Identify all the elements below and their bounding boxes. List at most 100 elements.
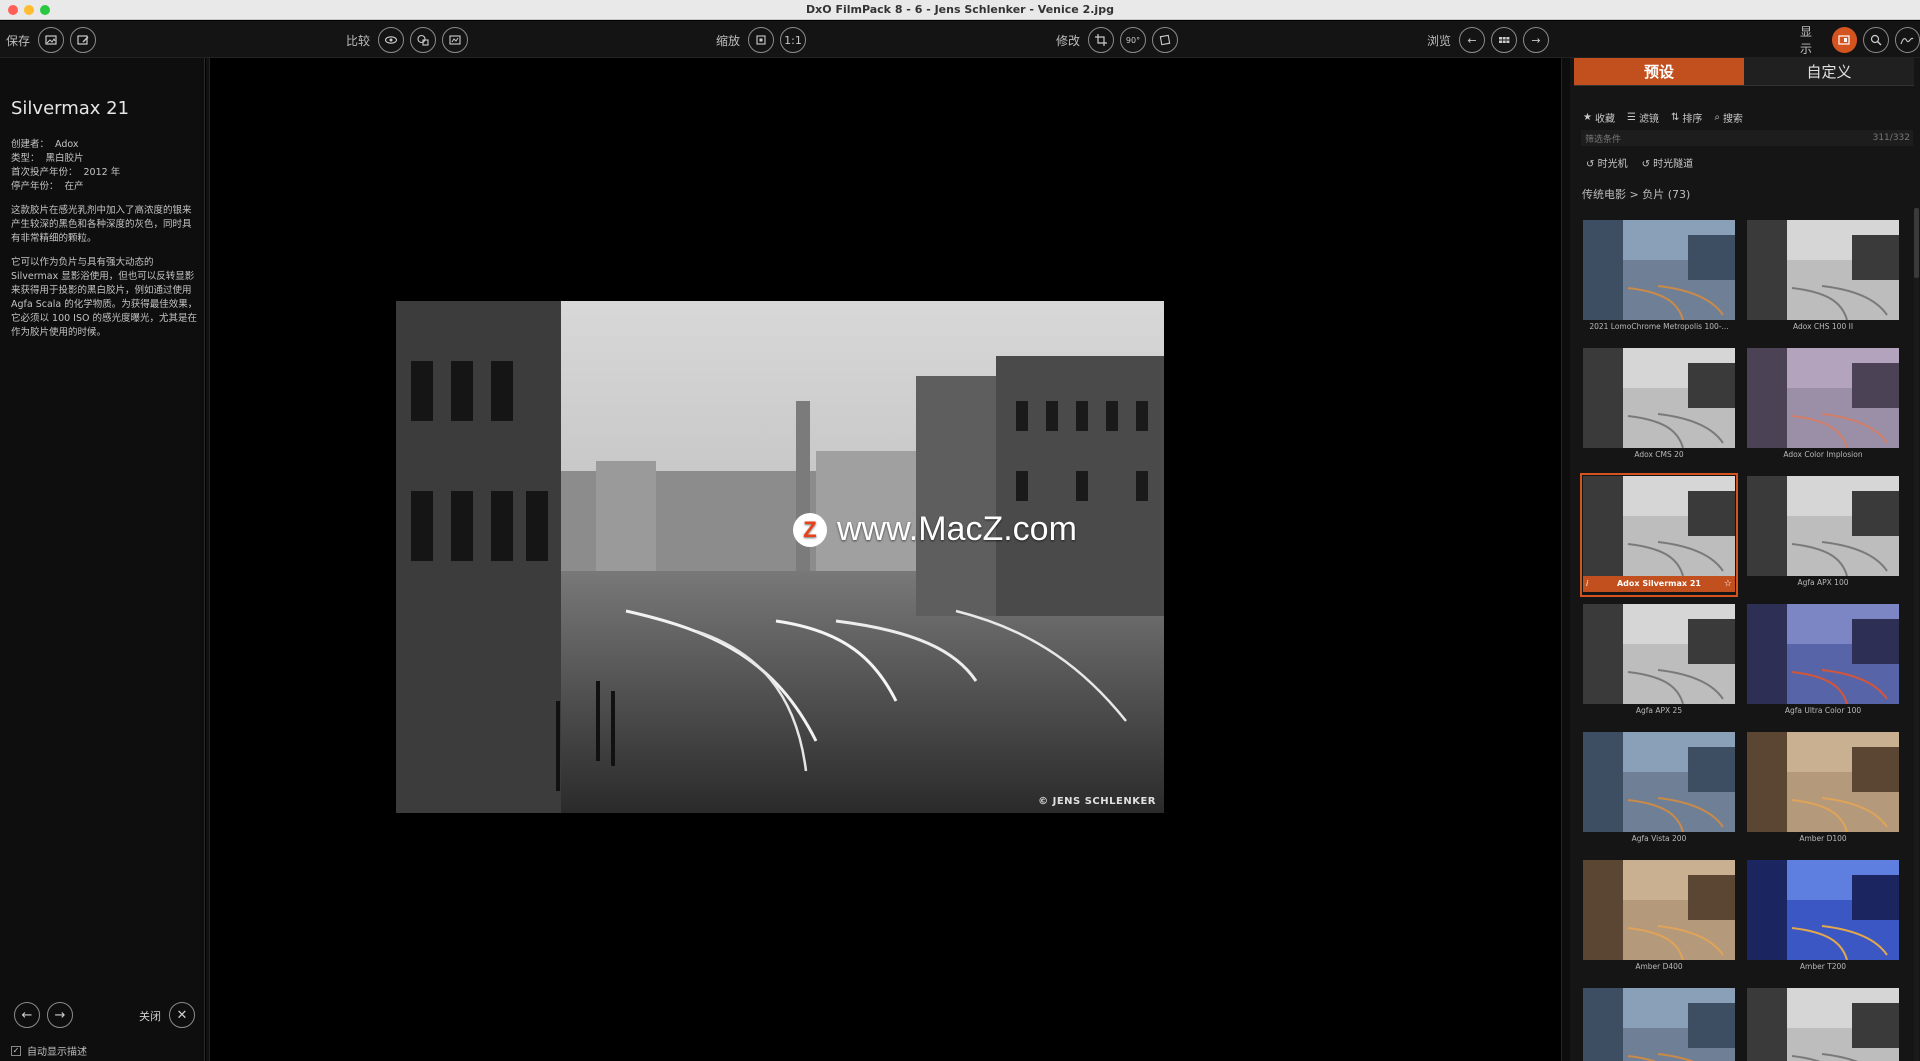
zoom-fit-button[interactable] [748,27,775,53]
preset-tile[interactable]: Amber D400 [1583,860,1735,978]
preset-name: Amber D400 [1635,962,1683,971]
preset-tile[interactable]: Amber T200 [1747,860,1899,978]
display-loupe-button[interactable] [1863,27,1889,53]
search-toggle[interactable]: ⌕ 搜索 [1714,110,1743,125]
crop-button[interactable] [1088,27,1115,53]
preset-tile[interactable]: Agfa APX 100 [1747,476,1899,594]
export-to-app-button[interactable] [70,27,97,53]
edit-group: 修改 90° [1056,27,1179,53]
zoom-group: 缩放 1:1 [716,27,807,53]
preset-thumbnail [1747,988,1899,1061]
straighten-button[interactable] [1152,27,1179,53]
preset-thumbnail [1747,220,1899,320]
sort-label: 排序 [1682,114,1703,125]
eye-icon [384,36,398,44]
preset-name: Agfa APX 100 [1797,578,1849,587]
info-previous-button[interactable]: ← [14,1002,40,1028]
time-machine-button[interactable]: ↺ 时光机 [1586,155,1628,170]
preset-name: Agfa APX 25 [1635,706,1683,715]
info-icon[interactable]: i [1586,576,1588,592]
preset-count: 311/332 [1872,133,1910,143]
preset-thumbnail [1747,860,1899,960]
presets-panel: 预设 自定义 ★ 收藏 ☰ 滤镜 ⇅ 排序 ⌕ 搜索 筛选条件 311/332 ↺ 时光… [1570,58,1920,1061]
preset-tile[interactable]: Adox Color Implosion [1747,348,1899,466]
display-label: 显示 [1800,25,1813,56]
grid-view-button[interactable] [1491,27,1518,53]
compare-split-button[interactable] [410,27,437,53]
close-info-button[interactable]: ✕ [169,1002,195,1028]
sort-icon: ⇅ [1670,112,1680,123]
grid-icon [1499,37,1510,43]
panel-resize-handle[interactable] [206,58,210,1061]
loupe-icon [1870,34,1882,46]
next-image-button[interactable]: → [1523,27,1550,53]
compare-side-button[interactable] [442,27,469,53]
rotate-button[interactable]: 90° [1120,27,1147,53]
search-icon: ⌕ [1714,112,1720,123]
preset-breadcrumb[interactable]: 传统电影 > 负片 (73) [1582,186,1690,202]
export-image-button[interactable] [38,27,65,53]
preset-name: Agfa Ultra Color 100 [1784,706,1862,715]
favorites-filter[interactable]: ★ 收藏 [1583,110,1615,125]
image-export-icon [45,35,57,45]
info-next-button[interactable]: → [47,1002,73,1028]
preset-tile[interactable]: Agfa APX 25 [1583,604,1735,722]
browse-group: 浏览 ← → [1427,27,1550,53]
preset-tile[interactable]: Amber D100 [1747,732,1899,850]
preset-tile[interactable]: Agfa Vista 200 [1583,732,1735,850]
preset-thumbnail [1583,476,1735,576]
close-label: 关闭 [139,1010,161,1023]
meta-first-year: 首次投产年份： 2012 年 [11,166,120,180]
venice-canal-photo [396,301,1164,813]
meta-value: Adox [55,139,79,150]
time-tunnel-button[interactable]: ↺ 时光隧道 [1642,155,1694,170]
star-outline-icon[interactable]: ☆ [1724,576,1732,592]
preset-tile[interactable]: Adox CMS 20 [1583,348,1735,466]
preset-thumbnail [1583,860,1735,960]
image-viewer[interactable]: © JENS SCHLENKER Z www.MacZ.com [211,58,1561,1061]
split-view-icon [417,34,429,46]
preset-tile[interactable] [1583,988,1735,1061]
presets-scrollbar-thumb[interactable] [1914,208,1919,278]
window-title: DxO FilmPack 8 - 6 - Jens Schlenker - Ve… [806,3,1114,16]
watermark-logo-icon: Z [793,512,827,547]
save-label: 保存 [6,33,31,48]
arrow-right-icon: → [1531,33,1541,47]
arrow-left-icon: ← [21,1007,33,1023]
preset-tile[interactable]: 2021 LomoChrome Metropolis 100-... [1583,220,1735,338]
preset-thumbnail [1583,988,1735,1061]
presets-scrollbar[interactable] [1914,208,1919,1061]
display-histogram-button[interactable] [1894,27,1920,53]
filter-toggle[interactable]: ☰ 滤镜 [1627,110,1659,125]
zoom-label: 缩放 [716,33,741,48]
preset-tile[interactable]: Adox Silvermax 21 i ☆ [1580,473,1738,597]
preset-thumbnail [1747,348,1899,448]
tab-custom[interactable]: 自定义 [1744,58,1914,86]
meta-value: 2012 年 [83,167,121,178]
panel-resize-handle-right[interactable] [1561,58,1570,1061]
auto-show-checkbox[interactable]: ✓ [11,1045,21,1056]
fit-screen-icon [756,35,766,45]
film-description-2: 它可以作为负片与具有强大动态的 Silvermax 显影浴使用，但也可以反转显影… [11,257,198,338]
meta-value: 黑白胶片 [45,153,84,164]
preset-name: Adox CHS 100 II [1792,322,1854,331]
criteria-placeholder: 筛选条件 [1585,134,1622,145]
display-presets-button[interactable] [1831,27,1858,53]
auto-show-description[interactable]: ✓ 自动显示描述 [11,1043,87,1058]
sort-toggle[interactable]: ⇅ 排序 [1671,110,1702,125]
filter-criteria-field[interactable]: 筛选条件 311/332 [1581,130,1913,146]
time-options: ↺ 时光机 ↺ 时光隧道 [1586,155,1693,170]
preset-thumbnail [1747,476,1899,576]
filter-label: 滤镜 [1638,114,1659,125]
preset-tile[interactable] [1747,988,1899,1061]
meta-creator: 创建者： Adox [11,138,120,152]
preset-tile[interactable]: Adox CHS 100 II [1747,220,1899,338]
meta-type: 类型： 黑白胶片 [11,152,120,166]
compare-label: 比较 [346,33,371,48]
preset-thumbnail [1583,604,1735,704]
preset-tile[interactable]: Agfa Ultra Color 100 [1747,604,1899,722]
tab-presets[interactable]: 预设 [1574,58,1744,86]
zoom-100-button[interactable]: 1:1 [780,27,807,53]
compare-eye-button[interactable] [378,27,405,53]
previous-image-button[interactable]: ← [1459,27,1486,53]
